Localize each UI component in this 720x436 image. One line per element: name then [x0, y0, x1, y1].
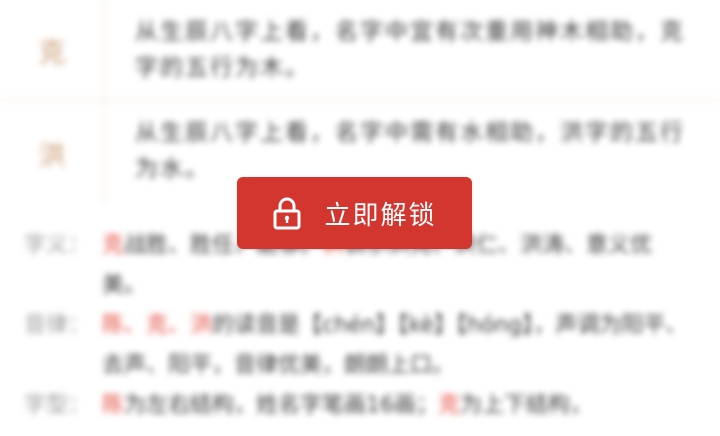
meaning-label: 字义： [24, 233, 91, 258]
lock-icon [272, 196, 302, 230]
unlock-label: 立即解锁 [324, 200, 437, 231]
shape-text: 陈为左右结构，姓名字笔画16画；克为上下结构， [102, 386, 694, 426]
description-cell: 从生辰八字上看，名字中宜有次重用神木相助，克字的五行为木。 [135, 19, 685, 81]
sound-label: 音律： [24, 313, 91, 338]
table-row: 克 从生辰八字上看，名字中宜有次重用神木相助，克字的五行为木。 [0, 0, 720, 101]
character-cell: 克 [0, 0, 105, 100]
sound-text: 陈、克、洪的读音是【chén】【kè】【hóng】，声调为阳平、去声、阳平，音律… [102, 306, 694, 386]
highlight-char: 克 [102, 233, 125, 258]
five-elements-table: 克 从生辰八字上看，名字中宜有次重用神木相助，克字的五行为木。 洪 从生辰八字上… [0, 0, 720, 205]
name-details: 字义： 克战胜、胜任、能够。洪表示洪亮、洪仁、洪涛、意义优美。 音律： 陈、克、… [24, 226, 694, 426]
character-cell: 洪 [0, 101, 105, 205]
shape-part: 为左右结构，姓名字笔画16画； [124, 393, 439, 418]
shape-row: 字型： 陈为左右结构，姓名字笔画16画；克为上下结构， [24, 386, 694, 426]
unlock-button[interactable]: 立即解锁 [237, 177, 472, 249]
highlight-char: 克 [438, 393, 461, 418]
highlight-char: 陈 [102, 393, 125, 418]
shape-label: 字型： [24, 393, 91, 418]
highlight-chars: 陈、克、洪 [102, 313, 213, 338]
shape-part: 为上下结构， [460, 393, 593, 418]
sound-row: 音律： 陈、克、洪的读音是【chén】【kè】【hóng】，声调为阳平、去声、阳… [24, 306, 694, 386]
